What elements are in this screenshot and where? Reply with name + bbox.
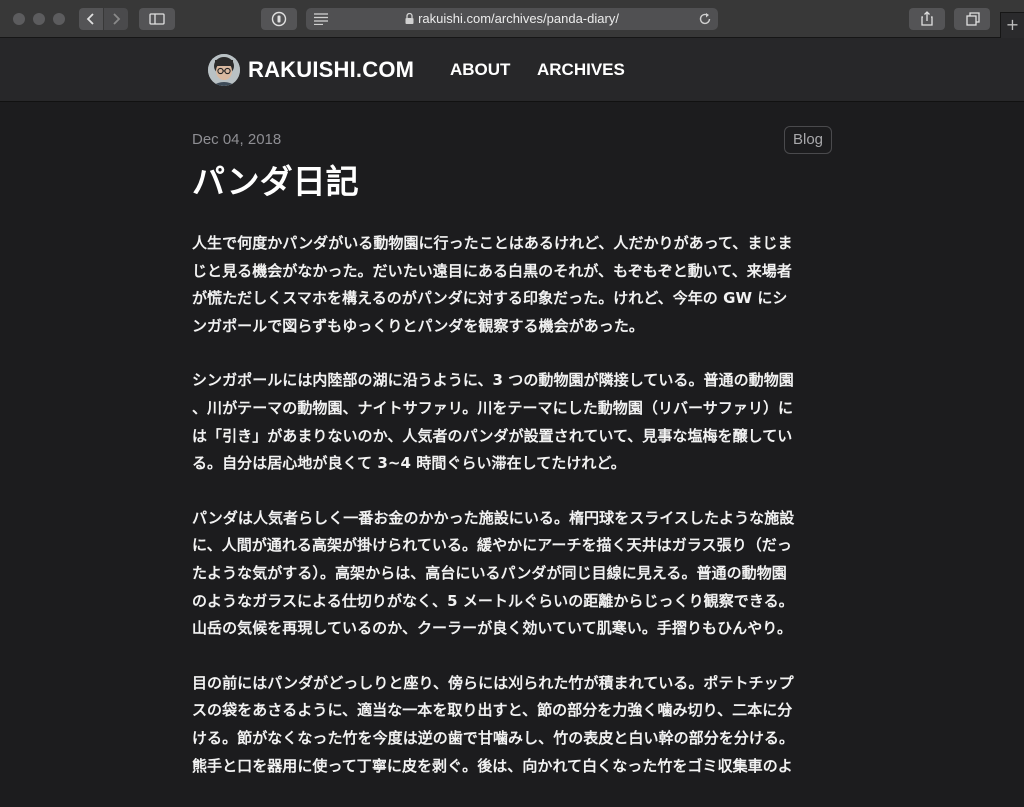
forward-button[interactable] — [104, 8, 128, 30]
url-text: rakuishi.com/archives/panda-diary/ — [418, 11, 619, 26]
chevron-left-icon — [86, 13, 94, 25]
post-title: パンダ日記 — [192, 162, 359, 201]
paragraph: 目の前にはパンダがどっしりと座り、傍らには刈られた竹が積まれている。ポテトチップ… — [192, 673, 795, 775]
category-badge[interactable]: Blog — [784, 126, 832, 154]
shield-icon — [271, 11, 287, 27]
sidebar-toggle-button[interactable] — [139, 8, 175, 30]
lock-icon — [405, 13, 414, 24]
tabs-icon — [966, 12, 980, 26]
paragraph: パンダは人気者らしく一番お金のかかった施設にいる。楕円球をスライスしたような施設… — [192, 508, 795, 638]
post-date: Dec 04, 2018 — [192, 131, 282, 148]
address-bar[interactable]: rakuishi.com/archives/panda-diary/ — [306, 8, 718, 30]
avatar[interactable] — [208, 54, 240, 86]
plus-icon: + — [1005, 15, 1020, 34]
chevron-right-icon — [113, 13, 121, 25]
site-header: RAKUISHI.COM ABOUT ARCHIVES — [0, 38, 1024, 102]
reader-icon[interactable] — [314, 13, 328, 25]
history-navigation — [79, 8, 129, 30]
browser-toolbar: rakuishi.com/archives/panda-diary/ + — [0, 0, 1024, 38]
paragraph: 人生で何度かパンダがいる動物園に行ったことはあるけれど、人だかりがあって、まじま… — [192, 234, 793, 335]
new-tab-button[interactable]: + — [1000, 12, 1024, 38]
nav-link-about[interactable]: ABOUT — [450, 60, 510, 80]
paragraph: シンガポールには内陸部の湖に沿うように、3 つの動物園が隣接している。普通の動物… — [192, 371, 794, 473]
reload-icon[interactable] — [698, 12, 712, 26]
tab-overview-button[interactable] — [954, 8, 990, 30]
avatar-image — [208, 54, 240, 86]
post-body: 人生で何度かパンダがいる動物園に行ったことはあるけれど、人だかりがあって、まじま… — [192, 230, 832, 807]
zoom-window-button[interactable] — [53, 13, 65, 25]
share-button[interactable] — [909, 8, 945, 30]
back-button[interactable] — [79, 8, 103, 30]
site-brand-link[interactable]: RAKUISHI.COM — [248, 57, 414, 83]
privacy-report-button[interactable] — [261, 8, 297, 30]
share-icon — [921, 11, 933, 26]
minimize-window-button[interactable] — [33, 13, 45, 25]
nav-link-archives[interactable]: ARCHIVES — [537, 60, 625, 80]
close-window-button[interactable] — [13, 13, 25, 25]
sidebar-icon — [149, 13, 165, 25]
